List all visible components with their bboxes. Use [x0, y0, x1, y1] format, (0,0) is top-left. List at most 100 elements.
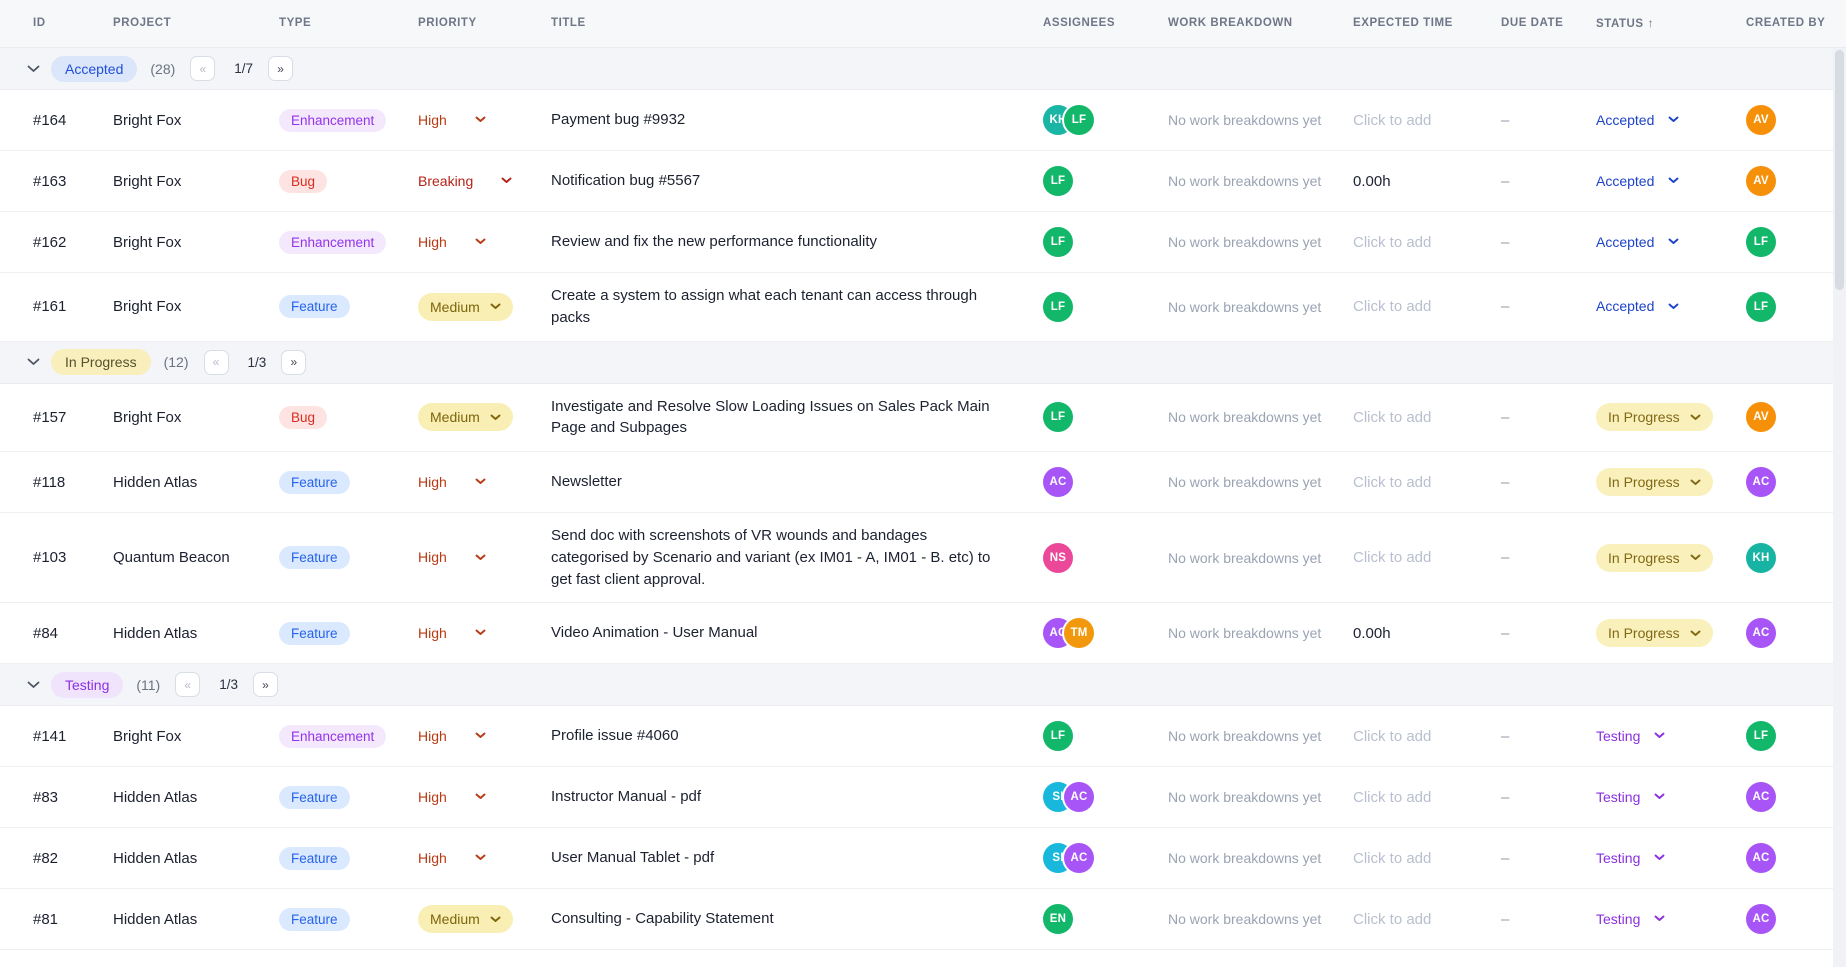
issue-id: #162	[33, 234, 113, 251]
expected-time-field[interactable]: Click to add	[1353, 112, 1431, 129]
expected-time-field[interactable]: Click to add	[1353, 409, 1431, 426]
column-header-expected-time[interactable]: EXPECTED TIME	[1353, 16, 1501, 32]
work-breakdown-text: No work breakdowns yet	[1168, 173, 1353, 189]
type-badge: Bug	[279, 406, 327, 429]
priority-dropdown[interactable]: Breaking	[418, 173, 512, 189]
priority-dropdown[interactable]: High	[418, 474, 486, 490]
column-header-type[interactable]: TYPE	[279, 16, 418, 32]
work-breakdown-text: No work breakdowns yet	[1168, 112, 1353, 128]
column-header-created-by[interactable]: CREATED BY	[1746, 16, 1846, 32]
due-date[interactable]: –	[1501, 789, 1596, 806]
column-header-title[interactable]: TITLE	[551, 16, 1043, 32]
column-header-due-date[interactable]: DUE DATE	[1501, 16, 1596, 32]
status-dropdown[interactable]: In Progress	[1596, 468, 1713, 496]
pager-prev-button[interactable]: «	[175, 672, 200, 697]
due-date[interactable]: –	[1501, 911, 1596, 928]
assignees-cell: LF	[1043, 166, 1168, 196]
work-breakdown-text: No work breakdowns yet	[1168, 728, 1353, 744]
due-date[interactable]: –	[1501, 112, 1596, 129]
due-date[interactable]: –	[1501, 474, 1596, 491]
priority-dropdown[interactable]: High	[418, 625, 486, 641]
assignee-avatars[interactable]: LF	[1043, 166, 1158, 196]
due-date[interactable]: –	[1501, 173, 1596, 190]
assignee-avatars[interactable]: ACTM	[1043, 618, 1158, 648]
priority-dropdown[interactable]: High	[418, 728, 486, 744]
status-dropdown[interactable]: In Progress	[1596, 619, 1713, 647]
priority-dropdown[interactable]: Medium	[418, 293, 513, 321]
group-status-pill[interactable]: Testing	[51, 672, 123, 698]
status-dropdown[interactable]: Accepted	[1596, 173, 1679, 189]
expected-time-field[interactable]: Click to add	[1353, 474, 1431, 491]
pager-next-button[interactable]: »	[268, 56, 293, 81]
expected-time-field[interactable]: Click to add	[1353, 234, 1431, 251]
due-date[interactable]: –	[1501, 409, 1596, 426]
priority-label: Breaking	[418, 173, 473, 189]
expected-time-field[interactable]: Click to add	[1353, 298, 1431, 315]
status-dropdown[interactable]: In Progress	[1596, 544, 1713, 572]
status-dropdown[interactable]: Testing	[1596, 850, 1665, 866]
expected-time-field[interactable]: 0.00h	[1353, 625, 1391, 642]
pager-prev-button[interactable]: «	[190, 56, 215, 81]
column-header-status[interactable]: STATUS↑	[1596, 15, 1746, 33]
status-label: Accepted	[1596, 234, 1654, 250]
column-header-work-breakdown[interactable]: WORK BREAKDOWN	[1168, 16, 1353, 32]
pager-prev-button[interactable]: «	[204, 350, 229, 375]
column-header-project[interactable]: PROJECT	[113, 16, 279, 32]
status-dropdown[interactable]: Accepted	[1596, 234, 1679, 250]
due-date[interactable]: –	[1501, 728, 1596, 745]
priority-dropdown[interactable]: Medium	[418, 905, 513, 933]
pager-next-button[interactable]: »	[281, 350, 306, 375]
vertical-scrollbar[interactable]	[1833, 48, 1846, 967]
status-label: In Progress	[1608, 550, 1680, 566]
assignee-avatars[interactable]: SIAC	[1043, 782, 1158, 812]
status-dropdown[interactable]: Testing	[1596, 911, 1665, 927]
priority-dropdown[interactable]: High	[418, 112, 486, 128]
assignee-avatars[interactable]: LF	[1043, 402, 1158, 432]
group-status-pill[interactable]: Accepted	[51, 56, 137, 82]
due-date[interactable]: –	[1501, 234, 1596, 251]
scrollbar-thumb[interactable]	[1835, 50, 1844, 290]
status-dropdown[interactable]: Testing	[1596, 728, 1665, 744]
due-date[interactable]: –	[1501, 850, 1596, 867]
column-header-priority[interactable]: PRIORITY	[418, 16, 551, 32]
column-header-id[interactable]: ID	[33, 16, 113, 32]
status-dropdown[interactable]: Testing	[1596, 789, 1665, 805]
pager-next-button[interactable]: »	[253, 672, 278, 697]
due-date[interactable]: –	[1501, 298, 1596, 315]
expected-time-field[interactable]: Click to add	[1353, 911, 1431, 928]
group-status-pill[interactable]: In Progress	[51, 349, 151, 375]
expected-time-field[interactable]: Click to add	[1353, 850, 1431, 867]
assignee-avatars[interactable]: LF	[1043, 292, 1158, 322]
expected-time-field[interactable]: Click to add	[1353, 789, 1431, 806]
chevron-down-icon[interactable]	[26, 358, 40, 366]
assignee-avatars[interactable]: KHLF	[1043, 105, 1158, 135]
assignee-avatars[interactable]: SIAC	[1043, 843, 1158, 873]
due-date[interactable]: –	[1501, 549, 1596, 566]
status-dropdown[interactable]: Accepted	[1596, 298, 1679, 314]
type-cell: Feature	[279, 546, 418, 569]
chevron-down-icon[interactable]	[26, 65, 40, 73]
expected-time-field[interactable]: 0.00h	[1353, 173, 1391, 190]
chevron-down-icon[interactable]	[26, 681, 40, 689]
priority-dropdown[interactable]: High	[418, 234, 486, 250]
status-dropdown[interactable]: In Progress	[1596, 403, 1713, 431]
due-date[interactable]: –	[1501, 625, 1596, 642]
column-header-assignees[interactable]: ASSIGNEES	[1043, 16, 1168, 32]
chevron-down-icon	[1654, 793, 1665, 800]
priority-dropdown[interactable]: Medium	[418, 403, 513, 431]
assignees-cell: LF	[1043, 292, 1168, 322]
priority-dropdown[interactable]: High	[418, 549, 486, 565]
expected-time-field[interactable]: Click to add	[1353, 728, 1431, 745]
priority-dropdown[interactable]: High	[418, 850, 486, 866]
assignee-avatars[interactable]: NS	[1043, 543, 1158, 573]
assignees-cell: AC	[1043, 467, 1168, 497]
assignee-avatars[interactable]: LF	[1043, 721, 1158, 751]
expected-time-cell: 0.00h	[1353, 173, 1501, 190]
expected-time-field[interactable]: Click to add	[1353, 549, 1431, 566]
assignee-avatars[interactable]: LF	[1043, 227, 1158, 257]
assignee-avatars[interactable]: EN	[1043, 904, 1158, 934]
priority-label: Medium	[430, 409, 480, 425]
priority-dropdown[interactable]: High	[418, 789, 486, 805]
status-dropdown[interactable]: Accepted	[1596, 112, 1679, 128]
assignee-avatars[interactable]: AC	[1043, 467, 1158, 497]
